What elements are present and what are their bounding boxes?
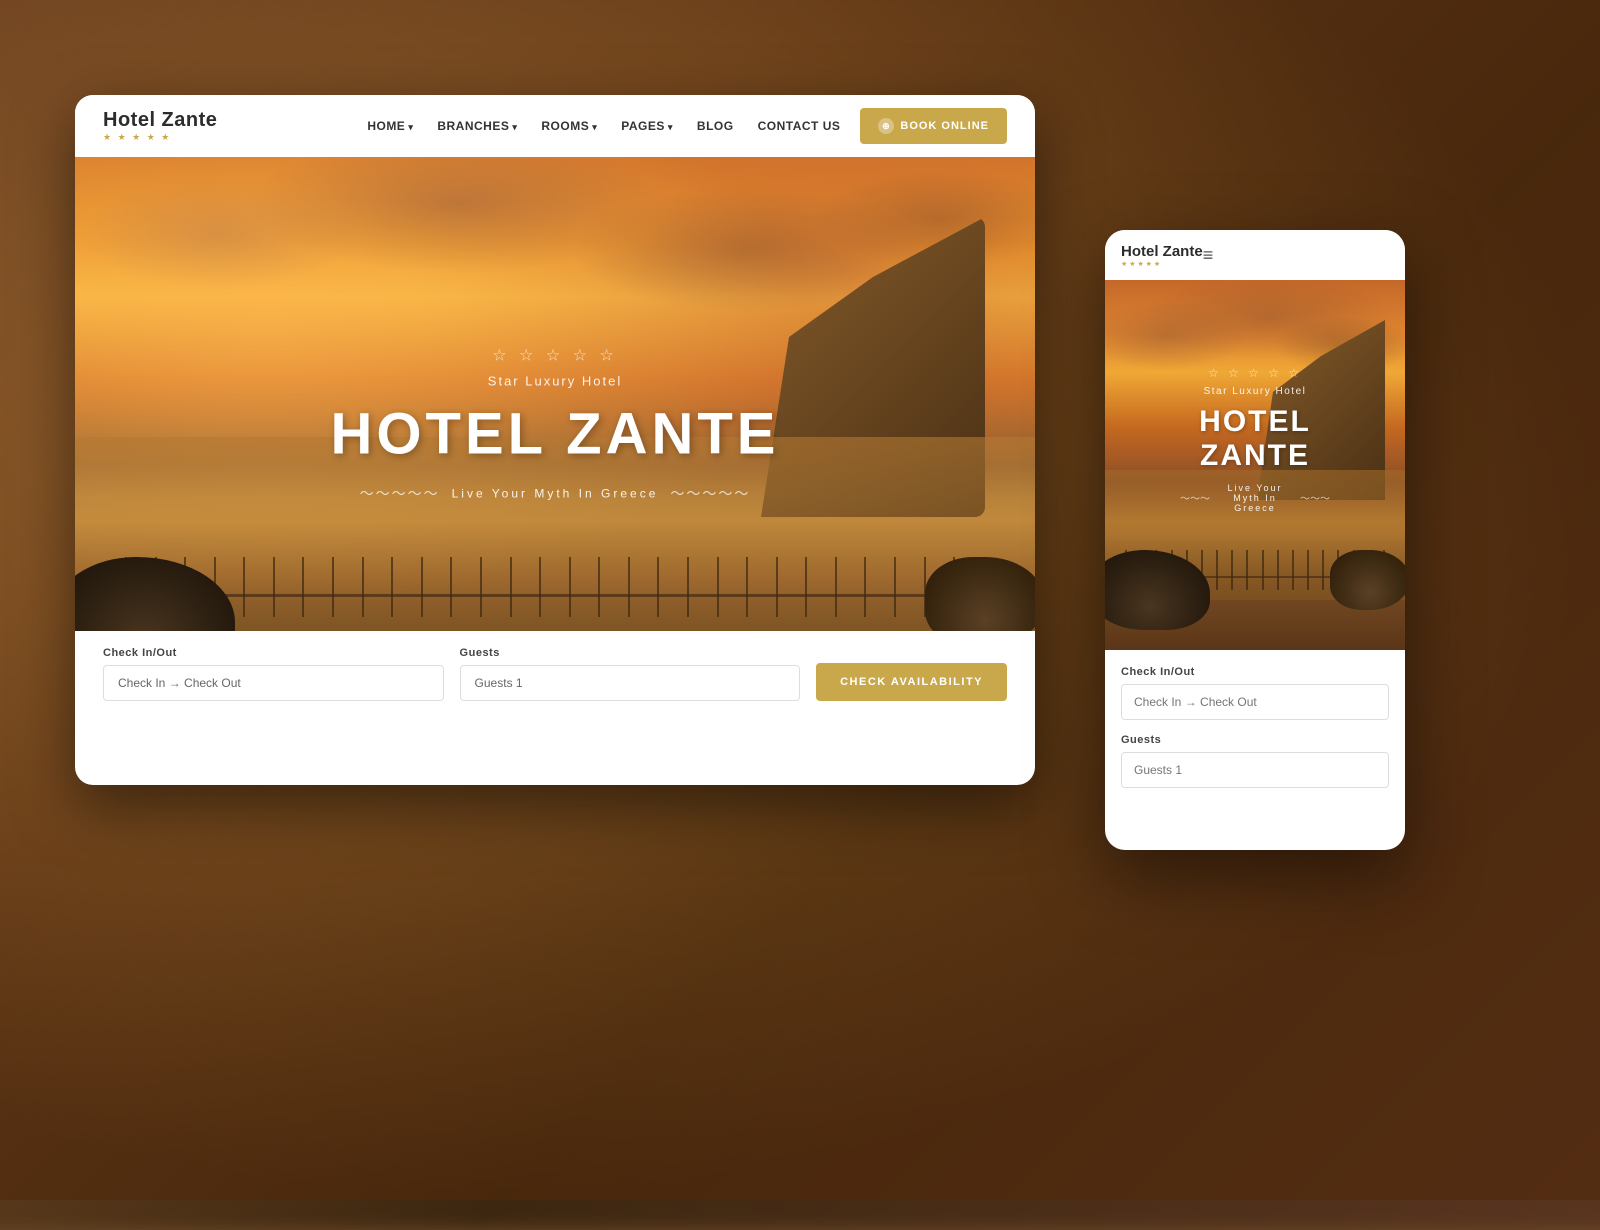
pier-post [332, 557, 334, 617]
book-btn-label: BOOK ONLINE [900, 120, 989, 132]
mobile-hero: ☆ ☆ ☆ ☆ ☆ Star Luxury Hotel HOTEL ZANTE … [1105, 280, 1405, 650]
pier-post [746, 557, 748, 617]
nav-item-pages[interactable]: PAGES [621, 117, 673, 135]
desktop-navbar: Hotel Zante ★ ★ ★ ★ ★ HOME BRANCHES ROOM… [75, 95, 1035, 157]
nav-item-blog[interactable]: BLOG [697, 117, 734, 135]
guests-field: Guests Guests 1 [460, 647, 801, 701]
mobile-pier-post [1307, 550, 1309, 590]
nav-item-rooms[interactable]: ROOMS [541, 117, 597, 135]
desktop-logo[interactable]: Hotel Zante ★ ★ ★ ★ ★ [103, 109, 217, 143]
mobile-wave-right: 〜〜〜 [1300, 490, 1330, 505]
pier-post [687, 557, 689, 617]
pier-posts [125, 557, 985, 617]
mobile-hero-stars: ☆ ☆ ☆ ☆ ☆ [1180, 366, 1330, 380]
checkin-label: Check In/Out [103, 647, 444, 659]
book-online-button[interactable]: ⊕ BOOK ONLINE [860, 108, 1007, 144]
pier-post [569, 557, 571, 617]
hero-content: ☆ ☆ ☆ ☆ ☆ Star Luxury Hotel HOTEL ZANTE … [331, 346, 780, 512]
pier-post [864, 557, 866, 617]
pier-post [421, 557, 423, 617]
mobile-pier-post [1262, 550, 1264, 590]
pier-post [628, 557, 630, 617]
pier-post [539, 557, 541, 617]
nav-item-contact[interactable]: CONTACT US [758, 117, 841, 135]
mobile-hero-title: HOTEL ZANTE [1180, 405, 1330, 473]
pier-post [450, 557, 452, 617]
pier-post [302, 557, 304, 617]
checkin-field: Check In/Out Check In → Check Out [103, 647, 444, 701]
hero-rating-stars: ☆ ☆ ☆ ☆ ☆ [331, 346, 780, 366]
mobile-pier-post [1322, 550, 1324, 590]
mobile-navbar: Hotel Zante ★ ★ ★ ★ ★ ≡ [1105, 230, 1405, 280]
pier-post [480, 557, 482, 617]
mobile-hero-content: ☆ ☆ ☆ ☆ ☆ Star Luxury Hotel HOTEL ZANTE … [1180, 366, 1330, 513]
mobile-hero-subtitle: Star Luxury Hotel [1180, 386, 1330, 397]
wave-right: 〜〜〜〜〜 [670, 484, 750, 504]
mobile-checkin-section: Check In/Out [1121, 666, 1389, 720]
desktop-mockup: Hotel Zante ★ ★ ★ ★ ★ HOME BRANCHES ROOM… [75, 95, 1035, 785]
desktop-booking-bar: Check In/Out Check In → Check Out Guests… [75, 631, 1035, 717]
mobile-guests-input[interactable] [1121, 752, 1389, 788]
mobile-guests-section: Guests [1121, 734, 1389, 788]
nav-item-home[interactable]: HOME [367, 117, 413, 135]
mobile-checkin-input[interactable] [1121, 684, 1389, 720]
mobile-booking-panel: Check In/Out Guests [1105, 650, 1405, 818]
mobile-pier-post [1292, 550, 1294, 590]
desktop-logo-stars: ★ ★ ★ ★ ★ [103, 132, 217, 143]
pier-post [805, 557, 807, 617]
pier-post [717, 557, 719, 617]
pier-post [273, 557, 275, 617]
desktop-hero: ☆ ☆ ☆ ☆ ☆ Star Luxury Hotel HOTEL ZANTE … [75, 157, 1035, 717]
mobile-pier-post [1231, 550, 1233, 590]
pier-post [776, 557, 778, 617]
desktop-logo-name: Hotel Zante [103, 109, 217, 132]
hero-tagline: Live Your Myth In Greece [452, 487, 659, 501]
check-availability-button[interactable]: CHECK AVAILABILITY [816, 663, 1007, 701]
pier-post [657, 557, 659, 617]
mobile-hero-tagline: Live Your Myth In Greece [1218, 483, 1292, 513]
mobile-pier-post [1277, 550, 1279, 590]
mobile-mockup: Hotel Zante ★ ★ ★ ★ ★ ≡ [1105, 230, 1405, 850]
pier-post [510, 557, 512, 617]
mobile-logo[interactable]: Hotel Zante ★ ★ ★ ★ ★ [1121, 243, 1203, 268]
pier-post [598, 557, 600, 617]
desktop-nav-links: HOME BRANCHES ROOMS PAGES BLOG CONTACT U… [367, 117, 840, 135]
mobile-logo-name: Hotel Zante [1121, 243, 1203, 260]
mobile-hero-divider: 〜〜〜 Live Your Myth In Greece 〜〜〜 [1180, 483, 1330, 513]
mobile-guests-label: Guests [1121, 734, 1389, 746]
guests-label: Guests [460, 647, 801, 659]
mobile-logo-stars: ★ ★ ★ ★ ★ [1121, 260, 1203, 268]
guests-input[interactable]: Guests 1 [460, 665, 801, 701]
hamburger-icon[interactable]: ≡ [1203, 245, 1214, 266]
mobile-rock-right [1330, 550, 1405, 610]
pier-post [362, 557, 364, 617]
pier-post [243, 557, 245, 617]
hero-title: HOTEL ZANTE [331, 401, 780, 468]
pier-post [391, 557, 393, 617]
book-icon: ⊕ [878, 118, 894, 134]
mobile-wave-left: 〜〜〜 [1180, 490, 1210, 505]
wave-left: 〜〜〜〜〜 [360, 484, 440, 504]
hero-subtitle: Star Luxury Hotel [331, 374, 780, 389]
mobile-checkin-label: Check In/Out [1121, 666, 1389, 678]
hero-divider: 〜〜〜〜〜 Live Your Myth In Greece 〜〜〜〜〜 [331, 484, 780, 504]
checkin-input[interactable]: Check In → Check Out [103, 665, 444, 701]
pier-post [835, 557, 837, 617]
nav-item-branches[interactable]: BRANCHES [437, 117, 517, 135]
mobile-pier-post [1216, 550, 1218, 590]
mobile-pier-post [1246, 550, 1248, 590]
pier-post [894, 557, 896, 617]
